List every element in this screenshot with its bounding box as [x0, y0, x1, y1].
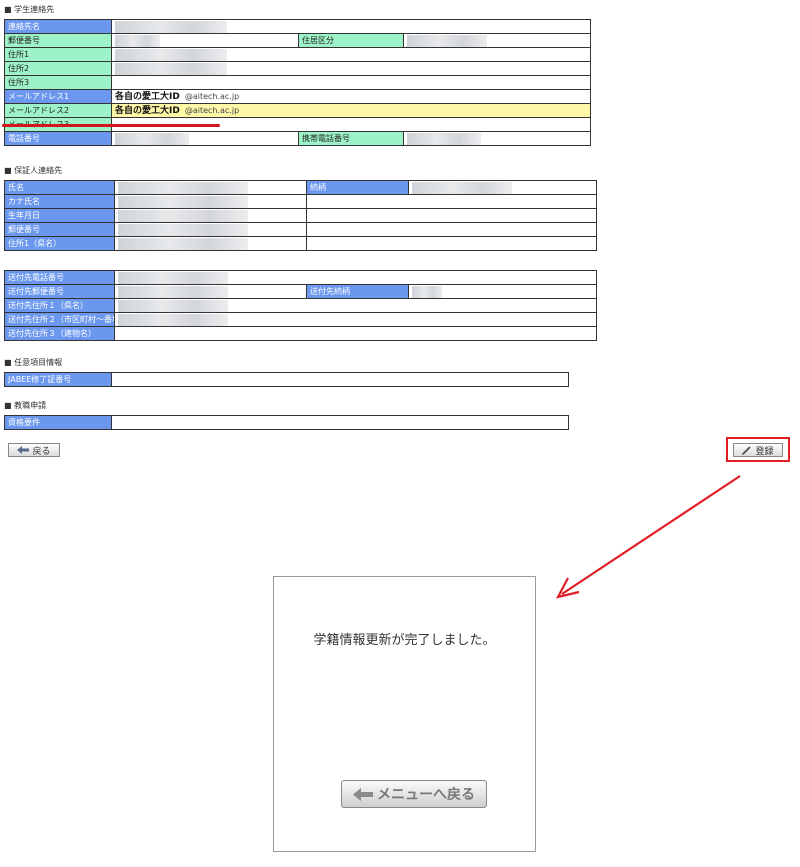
completion-dialog: 学籍情報更新が完了しました。 メニューへ戻る	[273, 576, 536, 852]
menu-back-button[interactable]: メニューへ戻る	[341, 780, 487, 808]
completion-message: 学籍情報更新が完了しました。	[313, 633, 496, 648]
arrow-left-icon	[353, 787, 373, 801]
menu-back-button-label: メニューへ戻る	[377, 787, 475, 803]
